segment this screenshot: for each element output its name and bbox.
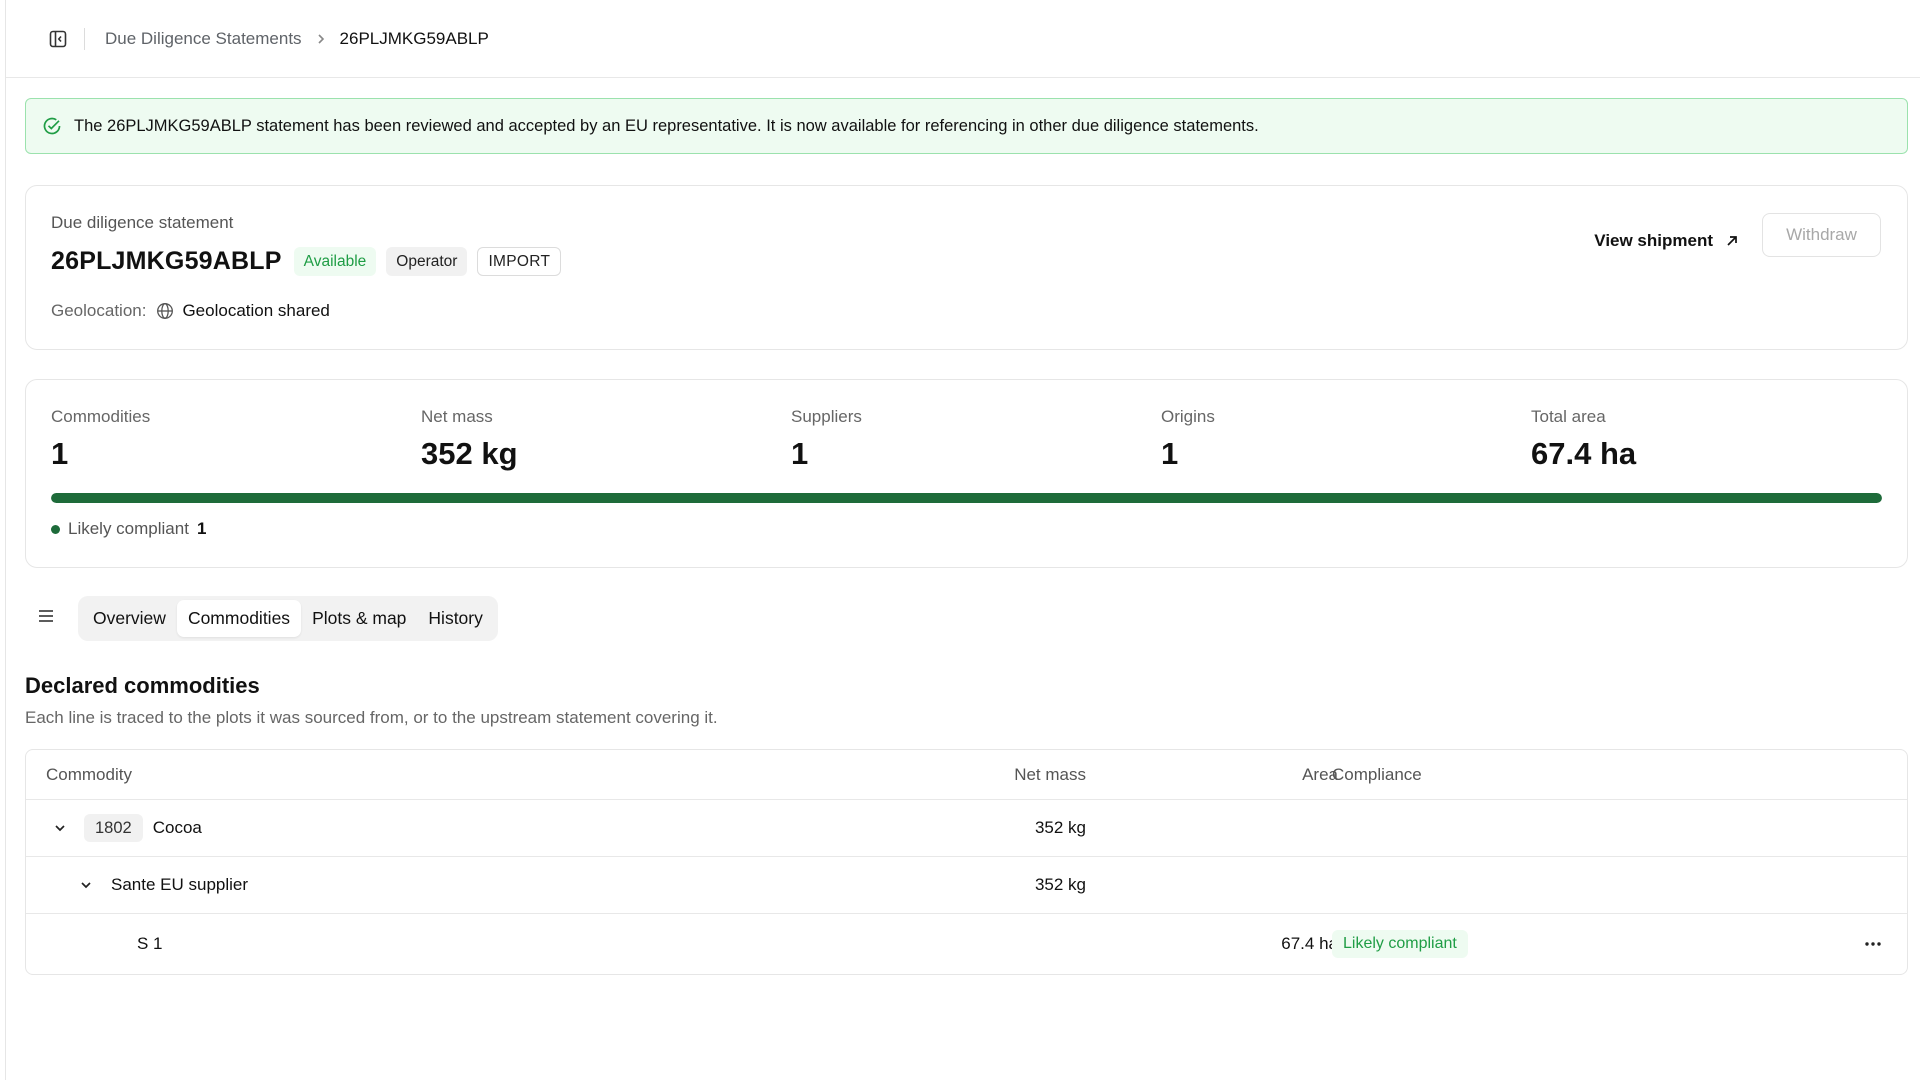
banner-message: The 26PLJMKG59ABLP statement has been re… bbox=[74, 116, 1259, 135]
chevron-down-icon[interactable] bbox=[52, 820, 68, 836]
tab-history[interactable]: History bbox=[417, 600, 493, 637]
geolocation-label: Geolocation: bbox=[51, 301, 147, 320]
stat-value: 1 bbox=[51, 436, 69, 471]
row-expander[interactable] bbox=[52, 800, 68, 856]
area-cell: 67.4 ha bbox=[1281, 933, 1338, 953]
status-badge: Available bbox=[293, 247, 377, 276]
stats-card: Commodities 1 Net mass 352 kg Suppliers … bbox=[25, 379, 1908, 568]
sidebar-toggle-icon[interactable] bbox=[48, 29, 68, 49]
section-title: Declared commodities bbox=[25, 673, 260, 698]
stat-net-mass: Net mass 352 kg bbox=[421, 407, 518, 472]
chevron-right-icon bbox=[316, 33, 326, 45]
stat-suppliers: Suppliers 1 bbox=[791, 407, 862, 472]
stat-value: 1 bbox=[791, 436, 809, 471]
header-area: Area bbox=[1302, 764, 1338, 784]
globe-icon bbox=[156, 302, 174, 320]
compliance-cell: Likely compliant bbox=[1332, 914, 1468, 973]
view-shipment-label: View shipment bbox=[1594, 231, 1713, 250]
stat-label: Total area bbox=[1531, 407, 1606, 426]
table-row-commodity[interactable]: 1802 Cocoa 352 kg bbox=[26, 800, 1907, 857]
statement-card: Due diligence statement 26PLJMKG59ABLP A… bbox=[25, 185, 1908, 350]
stat-commodities: Commodities 1 bbox=[51, 407, 150, 472]
legend-count: 1 bbox=[196, 519, 207, 538]
row-expander[interactable] bbox=[78, 857, 94, 913]
commodity-cell: 1802 Cocoa bbox=[84, 800, 202, 856]
table-row-plot[interactable]: S 1 67.4 ha Likely compliant bbox=[26, 914, 1907, 973]
sidebar-edge bbox=[5, 0, 6, 1080]
chevron-down-icon[interactable] bbox=[78, 877, 94, 893]
legend-label: Likely compliant bbox=[68, 519, 189, 538]
stat-value: 352 kg bbox=[421, 436, 518, 471]
type-badge: IMPORT bbox=[477, 247, 562, 276]
stat-label: Commodities bbox=[51, 407, 151, 426]
table-row-supplier[interactable]: Sante EU supplier 352 kg bbox=[26, 857, 1907, 914]
check-circle-icon bbox=[42, 116, 62, 136]
legend-dot bbox=[51, 524, 60, 534]
breadcrumb-current: 26PLJMKG59ABLP bbox=[339, 28, 489, 48]
stat-label: Net mass bbox=[421, 407, 493, 426]
compliance-badge: Likely compliant bbox=[1332, 929, 1468, 958]
table-header-row: Commodity Net mass Area Compliance bbox=[26, 750, 1907, 800]
stat-value: 1 bbox=[1161, 436, 1179, 471]
header-compliance: Compliance bbox=[1332, 764, 1422, 784]
supplier-name: Sante EU supplier bbox=[111, 875, 249, 894]
compliance-legend: Likely compliant 1 bbox=[51, 519, 206, 539]
top-bar: Due Diligence Statements 26PLJMKG59ABLP bbox=[6, 0, 1920, 78]
compliance-progress-bar bbox=[51, 493, 1882, 503]
compliance-progress-fill bbox=[51, 493, 1882, 503]
net-mass-cell: 352 kg bbox=[1034, 818, 1086, 837]
stat-label: Origins bbox=[1161, 407, 1215, 426]
row-actions[interactable] bbox=[1859, 914, 1887, 973]
commodity-name: Cocoa bbox=[152, 818, 202, 837]
geolocation-row: Geolocation: Geolocation shared bbox=[51, 301, 330, 321]
statement-label: Due diligence statement bbox=[51, 213, 234, 232]
geolocation-value: Geolocation shared bbox=[182, 301, 330, 320]
stat-total-area: Total area 67.4 ha bbox=[1531, 407, 1636, 472]
plot-name: S 1 bbox=[137, 933, 163, 953]
more-horizontal-icon[interactable] bbox=[1859, 930, 1887, 958]
divider bbox=[84, 27, 85, 50]
statement-header: 26PLJMKG59ABLP Available Operator IMPORT bbox=[51, 247, 571, 276]
commodities-table: Commodity Net mass Area Compliance 1802 … bbox=[25, 749, 1908, 975]
tab-bar: Overview Commodities Plots & map History bbox=[78, 596, 498, 641]
tab-plots-map[interactable]: Plots & map bbox=[301, 600, 417, 637]
statement-id: 26PLJMKG59ABLP bbox=[51, 247, 282, 275]
net-mass-cell: 352 kg bbox=[1034, 875, 1086, 894]
view-shipment-link[interactable]: View shipment bbox=[1594, 223, 1739, 259]
tab-commodities[interactable]: Commodities bbox=[176, 600, 302, 637]
header-net-mass: Net mass bbox=[1014, 764, 1086, 784]
hs-code-badge: 1802 bbox=[84, 814, 143, 842]
success-banner: The 26PLJMKG59ABLP statement has been re… bbox=[25, 98, 1908, 154]
stat-label: Suppliers bbox=[791, 407, 862, 426]
stat-value: 67.4 ha bbox=[1531, 436, 1637, 471]
stat-origins: Origins 1 bbox=[1161, 407, 1215, 472]
breadcrumb: Due Diligence Statements 26PLJMKG59ABLP bbox=[105, 29, 489, 49]
tab-overview[interactable]: Overview bbox=[82, 600, 177, 637]
menu-icon[interactable] bbox=[37, 607, 57, 627]
header-commodity: Commodity bbox=[46, 764, 132, 784]
section-subtitle: Each line is traced to the plots it was … bbox=[25, 708, 718, 727]
role-badge: Operator bbox=[386, 247, 468, 276]
external-link-icon bbox=[1725, 234, 1739, 248]
withdraw-button[interactable]: Withdraw bbox=[1762, 213, 1881, 257]
breadcrumb-parent-link[interactable]: Due Diligence Statements bbox=[105, 29, 302, 49]
